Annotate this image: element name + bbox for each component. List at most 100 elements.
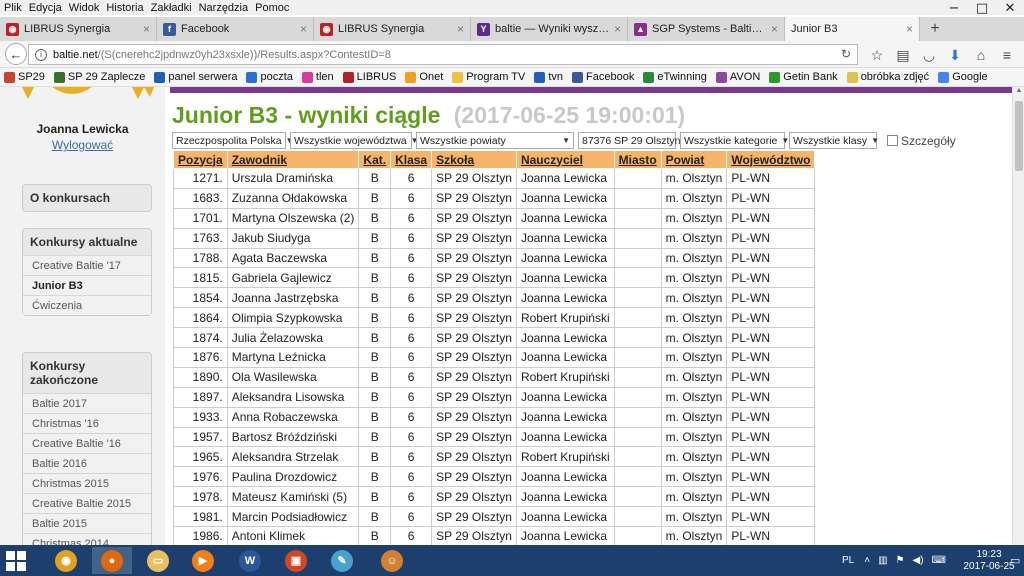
column-header[interactable]: Miasto xyxy=(613,150,662,169)
column-header[interactable]: Powiat xyxy=(660,150,728,169)
windows-start-icon[interactable] xyxy=(6,551,26,571)
menu-item-6[interactable]: Pomoc xyxy=(255,2,289,14)
bookmark-item[interactable]: Onet xyxy=(405,71,443,83)
bookmark-item[interactable]: Program TV xyxy=(452,71,525,83)
details-checkbox[interactable]: Szczegóły xyxy=(887,134,956,148)
new-tab-button[interactable]: + xyxy=(920,17,950,41)
media-player-taskbar-button[interactable]: ▶ xyxy=(183,547,223,574)
bookmark-item[interactable]: poczta xyxy=(246,71,293,83)
column-header[interactable]: Zawodnik xyxy=(226,150,360,169)
menu-item-0[interactable]: Plik xyxy=(4,2,22,14)
checkbox-box[interactable] xyxy=(887,135,898,146)
bookmark-item[interactable]: Facebook xyxy=(572,71,634,83)
bookmark-item[interactable]: tvn xyxy=(534,71,563,83)
bookmark-item[interactable]: Getin Bank xyxy=(769,71,838,83)
bookmark-favicon-icon xyxy=(301,71,313,83)
close-tab-icon[interactable]: × xyxy=(771,22,778,36)
volume-icon[interactable]: ◀) xyxy=(913,555,924,566)
paint-taskbar-button[interactable]: ✎ xyxy=(322,547,362,574)
category-select[interactable]: Wszystkie kategorie ▼ xyxy=(680,132,789,149)
menu-item-4[interactable]: Zakładki xyxy=(151,2,192,14)
sidebar-item-current[interactable]: Creative Baltie '17 xyxy=(23,255,151,275)
sidebar-item-current[interactable]: Junior B3 xyxy=(23,275,151,295)
pocket-icon[interactable]: ◡ xyxy=(916,45,942,65)
column-header[interactable]: Kat. xyxy=(358,150,392,169)
home-icon[interactable]: ⌂ xyxy=(968,45,994,65)
close-tab-icon[interactable]: × xyxy=(143,22,150,36)
browser-tab[interactable]: ▲ SGP Systems - Baltie C# 3D - × xyxy=(628,17,785,41)
bookmark-item[interactable]: Google xyxy=(938,71,988,83)
explorer-taskbar-button[interactable]: ▭ xyxy=(138,547,178,574)
sidebar-item-finished[interactable]: Christmas '16 xyxy=(23,413,151,433)
sidebar-item-finished[interactable]: Creative Baltie '16 xyxy=(23,433,151,453)
bookmark-item[interactable]: SP29 xyxy=(4,71,45,83)
browser-tab[interactable]: Ybaltie — Wyniki wyszukiwania × xyxy=(471,17,628,41)
sidebar-item-finished[interactable]: Christmas 2014 xyxy=(23,533,151,545)
column-header[interactable]: Klasa xyxy=(390,150,433,169)
column-header[interactable]: Szkoła xyxy=(431,150,517,169)
menu-item-2[interactable]: Widok xyxy=(69,2,100,14)
table-cell: B xyxy=(358,466,392,488)
bookmark-item[interactable]: LIBRUS xyxy=(342,71,396,83)
browser-tab[interactable]: f Facebook × xyxy=(157,17,314,41)
reload-icon[interactable]: ↻ xyxy=(841,47,851,61)
column-header[interactable]: Nauczyciel xyxy=(515,150,615,169)
close-tab-icon[interactable]: × xyxy=(457,22,464,36)
chrome-taskbar-button[interactable]: ◉ xyxy=(46,547,86,574)
sidebar-item-current[interactable]: Ćwiczenia xyxy=(23,295,151,315)
close-button[interactable]: ✕ xyxy=(996,0,1024,17)
close-tab-icon[interactable]: × xyxy=(906,22,913,36)
menu-item-5[interactable]: Narzędzia xyxy=(199,2,249,14)
sidebar-item-finished[interactable]: Christmas 2015 xyxy=(23,473,151,493)
flag-icon[interactable]: ⚑ xyxy=(896,555,905,566)
bookmark-label: tlen xyxy=(315,71,334,83)
voivodeship-select[interactable]: Wszystkie województwa ▼ xyxy=(290,132,419,149)
firefox-taskbar-button[interactable]: ● xyxy=(92,547,132,574)
bookmark-item[interactable]: panel serwera xyxy=(154,71,237,83)
bookmark-item[interactable]: obróbka zdjęć xyxy=(846,71,929,83)
address-bar[interactable]: i baltie.net/(S(cnerehc2jpdnwz0yh23xsxle… xyxy=(28,44,858,65)
site-info-icon[interactable]: i xyxy=(35,48,47,61)
language-indicator[interactable]: PL xyxy=(842,555,854,566)
column-header[interactable]: Województwo xyxy=(726,150,816,169)
logout-link[interactable]: Wylogować xyxy=(0,138,165,152)
bookmark-item[interactable]: eTwinning xyxy=(643,71,707,83)
hamburger-menu-icon[interactable]: ≡ xyxy=(994,45,1020,65)
maximize-button[interactable]: □ xyxy=(968,0,996,17)
school-select[interactable]: 87376 SP 29 Olsztyn▼ xyxy=(578,132,692,149)
bookmark-item[interactable]: tlen xyxy=(301,71,334,83)
sidebar-item-finished[interactable]: Baltie 2016 xyxy=(23,453,151,473)
back-button[interactable]: ← xyxy=(5,43,27,65)
browser-tab[interactable]: Junior B3 × xyxy=(785,17,920,41)
browser-tab[interactable]: ◉ LIBRUS Synergia × xyxy=(0,17,157,41)
download-icon[interactable]: ⬇ xyxy=(942,45,968,65)
bookmark-item[interactable]: AVON xyxy=(715,71,760,83)
class-select[interactable]: Wszystkie klasy ▼ xyxy=(789,132,879,149)
country-select[interactable]: Rzeczpospolita Polska▼ xyxy=(172,132,294,149)
column-header[interactable]: Pozycja xyxy=(173,150,228,169)
bookmark-star-icon[interactable]: ☆ xyxy=(864,45,890,65)
page-scrollbar[interactable]: ▲ xyxy=(1012,87,1024,545)
sidebar-item-finished[interactable]: Baltie 2015 xyxy=(23,513,151,533)
minimize-button[interactable]: − xyxy=(940,0,968,17)
county-select[interactable]: Wszystkie powiaty ▼ xyxy=(416,132,574,149)
word-taskbar-button[interactable]: W xyxy=(230,547,270,574)
scroll-up-icon[interactable]: ▲ xyxy=(1013,87,1024,99)
about-contests-link[interactable]: O konkursach xyxy=(23,185,151,211)
keyboard-icon[interactable]: ⌨ xyxy=(932,555,946,566)
bookmark-item[interactable]: SP 29 Zaplecze xyxy=(53,71,145,83)
network-icon[interactable]: ▥ xyxy=(878,555,887,566)
menu-item-1[interactable]: Edycja xyxy=(29,2,62,14)
scrollbar-thumb[interactable] xyxy=(1015,101,1023,171)
close-tab-icon[interactable]: × xyxy=(300,22,307,36)
powerpoint-taskbar-button[interactable]: ▣ xyxy=(276,547,316,574)
sidebar-item-finished[interactable]: Baltie 2017 xyxy=(23,393,151,413)
baltie-taskbar-button[interactable]: ☺ xyxy=(372,547,412,574)
tray-chevron-icon[interactable]: ˄ xyxy=(864,555,870,566)
browser-tab[interactable]: ◉ LIBRUS Synergia × xyxy=(314,17,471,41)
menu-item-3[interactable]: Historia xyxy=(106,2,143,14)
sidebar-item-finished[interactable]: Creative Baltie 2015 xyxy=(23,493,151,513)
reading-list-icon[interactable]: ▤ xyxy=(890,45,916,65)
close-tab-icon[interactable]: × xyxy=(614,22,621,36)
notifications-icon[interactable]: ▭ xyxy=(1010,554,1020,567)
